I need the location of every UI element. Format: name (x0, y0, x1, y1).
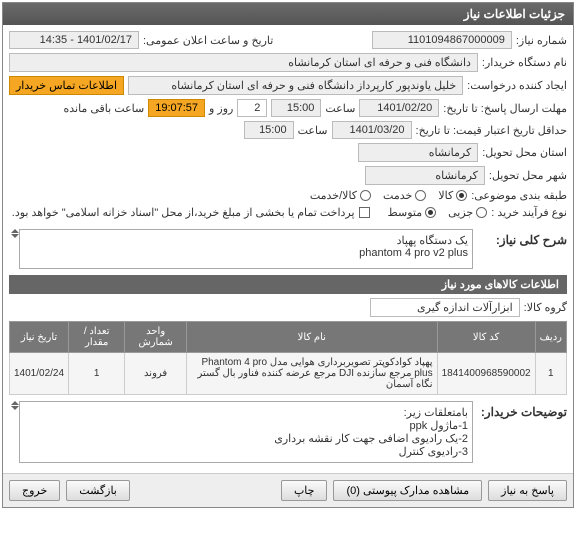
contact-buyer-button[interactable]: اطلاعات تماس خریدار (9, 76, 124, 95)
radio-goods[interactable] (456, 190, 467, 201)
days-field: 2 (237, 99, 267, 117)
col-date: تاریخ نیاز (10, 322, 69, 353)
treasury-note: پرداخت تمام یا بخشی از مبلغ خرید،از محل … (12, 206, 355, 219)
radio-medium[interactable] (425, 207, 436, 218)
category-label: طبقه بندی موضوعی: (471, 189, 567, 202)
radio-goods-service[interactable] (360, 190, 371, 201)
col-idx: ردیف (535, 322, 566, 353)
need-number-field: 1101094867000009 (372, 31, 512, 49)
announce-field: 1401/02/17 - 14:35 (9, 31, 139, 49)
city-label: شهر محل تحویل: (489, 169, 567, 182)
category-radio-group: کالا خدمت کالا/خدمت (310, 189, 467, 202)
radio-goods-service-label: کالا/خدمت (310, 189, 357, 202)
details-panel: جزئیات اطلاعات نیاز شماره نیاز: 11010948… (2, 2, 574, 508)
cell-code: 1841400968590002 (437, 353, 535, 395)
back-button[interactable]: بازگشت (66, 480, 130, 501)
col-name: نام کالا (186, 322, 437, 353)
city-field: کرمانشاه (365, 166, 485, 185)
cell-unit: فروند (125, 353, 187, 395)
buyer-name-label: نام دستگاه خریدار: (482, 56, 567, 69)
col-code: کد کالا (437, 322, 535, 353)
cell-name: پهپاد کوادکوپتر تصویربرداری هوایی مدل Ph… (186, 353, 437, 395)
deadline-label: مهلت ارسال پاسخ: تا تاریخ: (443, 102, 567, 115)
treasury-checkbox[interactable] (359, 207, 370, 218)
group-label: گروه کالا: (524, 301, 567, 314)
print-button[interactable]: چاپ (281, 480, 328, 501)
remarks-textarea[interactable]: بامتعلقات زیر: 1-ماژول ppk 2-یک رادیوی ا… (19, 401, 473, 463)
radio-small[interactable] (476, 207, 487, 218)
time-label-2: ساعت (298, 124, 328, 137)
description-textarea[interactable]: یک دستگاه پهپاد phantom 4 pro v2 plus (19, 229, 473, 269)
goods-table: ردیف کد کالا نام کالا واحد شمارش تعداد /… (9, 321, 567, 395)
table-row[interactable]: 1 1841400968590002 پهپاد کوادکوپتر تصویر… (10, 353, 567, 395)
process-label: نوع فرآیند خرید : (491, 206, 567, 219)
cell-idx: 1 (535, 353, 566, 395)
radio-medium-label: متوسط (388, 206, 423, 219)
arrow-up-icon (11, 229, 19, 233)
desc-scroll[interactable] (11, 229, 19, 269)
panel-body: شماره نیاز: 1101094867000009 تاریخ و ساع… (3, 25, 573, 473)
remaining-time: 19:07:57 (148, 99, 205, 117)
radio-service[interactable] (415, 190, 426, 201)
arrow-up-icon (11, 401, 19, 405)
cell-qty: 1 (69, 353, 125, 395)
requester-field: خلیل یاوندپور کارپرداز دانشگاه فنی و حرف… (128, 76, 463, 95)
time-label-1: ساعت (325, 102, 355, 115)
button-bar: پاسخ به نیاز مشاهده مدارک پیوستی (0) چاپ… (3, 473, 573, 507)
radio-goods-label: کالا (438, 189, 453, 202)
remarks-scroll[interactable] (11, 401, 19, 463)
radio-service-label: خدمت (383, 189, 412, 202)
deadline-time-field: 15:00 (271, 99, 321, 117)
remain-label: ساعت باقی مانده (63, 102, 144, 115)
reply-button[interactable]: پاسخ به نیاز (488, 480, 567, 501)
goods-header: اطلاعات کالاهای مورد نیاز (9, 275, 567, 294)
panel-title: جزئیات اطلاعات نیاز (3, 3, 573, 25)
deadline-date-field: 1401/02/20 (359, 99, 439, 117)
col-unit: واحد شمارش (125, 322, 187, 353)
province-field: کرمانشاه (358, 143, 478, 162)
radio-small-label: جزیی (448, 206, 473, 219)
valid-date-field: 1401/03/20 (332, 121, 412, 139)
valid-time-field: 15:00 (244, 121, 294, 139)
need-number-label: شماره نیاز: (516, 34, 567, 47)
col-qty: تعداد / مقدار (69, 322, 125, 353)
cell-date: 1401/02/24 (10, 353, 69, 395)
process-radio-group: جزیی متوسط (388, 206, 488, 219)
remarks-label: توضیحات خریدار: (477, 401, 567, 423)
buyer-name-field: دانشگاه فنی و حرفه ای استان کرمانشاه (9, 53, 478, 72)
arrow-down-icon (11, 234, 19, 238)
day-label: روز و (209, 102, 233, 115)
exit-button[interactable]: خروج (9, 480, 60, 501)
table-header-row: ردیف کد کالا نام کالا واحد شمارش تعداد /… (10, 322, 567, 353)
province-label: استان محل تحویل: (482, 146, 567, 159)
announce-label: تاریخ و ساعت اعلان عمومی: (143, 34, 273, 47)
group-field: ابزارآلات اندازه گیری (370, 298, 520, 317)
valid-label: حداقل تاریخ اعتبار قیمت: تا تاریخ: (416, 124, 567, 137)
attachments-button[interactable]: مشاهده مدارک پیوستی (0) (333, 480, 482, 501)
desc-label: شرح کلی نیاز: (477, 229, 567, 251)
requester-label: ایجاد کننده درخواست: (467, 79, 567, 92)
arrow-down-icon (11, 406, 19, 410)
